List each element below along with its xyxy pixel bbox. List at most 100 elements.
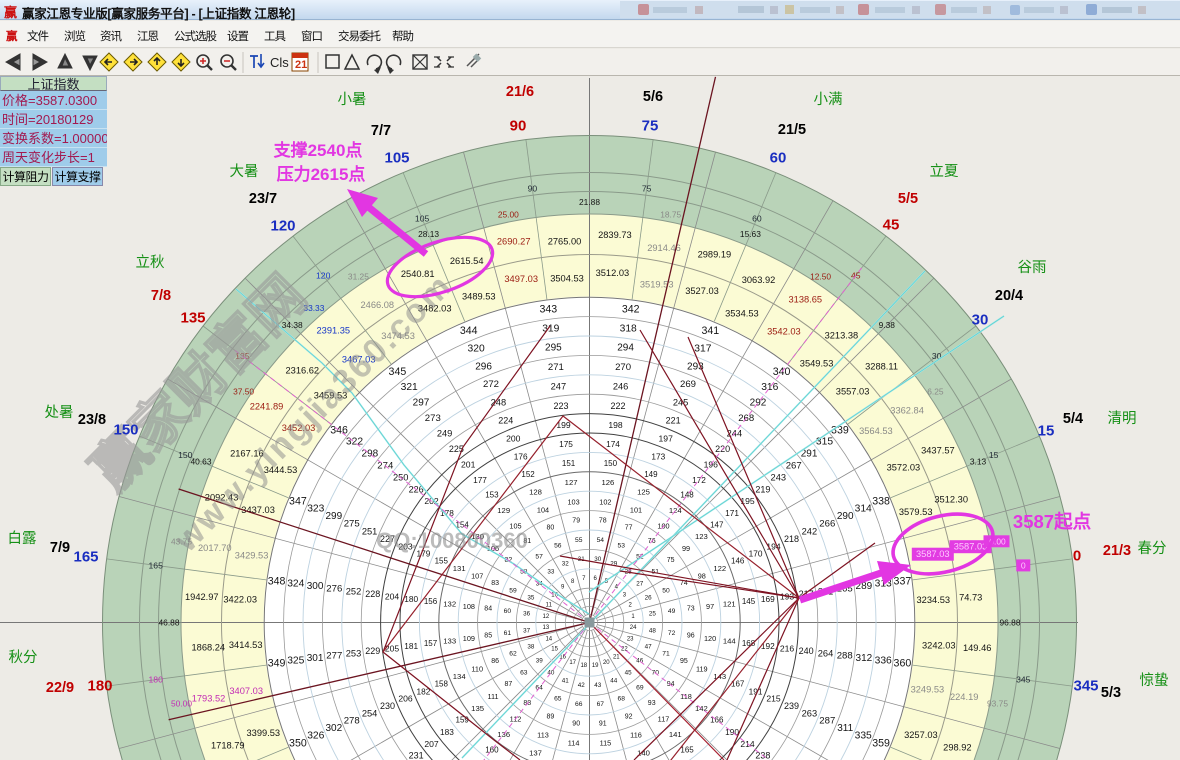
svg-text:0: 0: [1021, 560, 1026, 570]
svg-text:170: 170: [749, 549, 763, 559]
svg-text:84: 84: [484, 606, 492, 613]
svg-text:117: 117: [658, 715, 670, 724]
svg-text:3527.03: 3527.03: [685, 286, 719, 296]
svg-text:326: 326: [307, 730, 324, 741]
svg-text:7/7: 7/7: [371, 123, 391, 139]
svg-text:181: 181: [404, 641, 418, 651]
svg-text:317: 317: [694, 343, 711, 354]
svg-text:15.63: 15.63: [740, 229, 761, 239]
svg-text:90: 90: [510, 118, 527, 135]
svg-text:111: 111: [487, 692, 498, 701]
svg-text:180: 180: [87, 678, 112, 695]
svg-text:122: 122: [713, 564, 726, 573]
svg-text:21/3: 21/3: [1103, 543, 1131, 559]
svg-text:125: 125: [637, 488, 650, 497]
svg-text:压力2615点: 压力2615点: [277, 164, 366, 184]
svg-text:69: 69: [636, 685, 644, 692]
svg-text:292: 292: [750, 397, 767, 408]
svg-text:252: 252: [346, 586, 362, 596]
svg-text:27: 27: [636, 580, 644, 587]
svg-text:272: 272: [483, 379, 499, 390]
svg-text:200: 200: [506, 434, 521, 444]
svg-text:192: 192: [761, 641, 775, 651]
svg-text:QQ:100800360: QQ:100800360: [376, 528, 528, 553]
svg-text:114: 114: [568, 739, 580, 748]
svg-text:90: 90: [572, 720, 580, 727]
svg-text:3257.03: 3257.03: [904, 730, 938, 740]
svg-text:21/5: 21/5: [778, 122, 806, 138]
svg-text:41: 41: [562, 678, 570, 685]
svg-text:31.25: 31.25: [348, 272, 369, 282]
svg-text:169: 169: [761, 594, 775, 604]
svg-text:3249.53: 3249.53: [911, 685, 945, 695]
svg-text:3414.53: 3414.53: [229, 640, 263, 650]
svg-text:339: 339: [831, 424, 849, 436]
svg-text:1942.97: 1942.97: [185, 592, 219, 602]
svg-text:337: 337: [894, 575, 912, 587]
svg-text:124: 124: [669, 506, 683, 515]
svg-text:173: 173: [651, 451, 665, 461]
svg-text:116: 116: [630, 730, 642, 739]
svg-text:150: 150: [604, 459, 618, 468]
svg-text:180: 180: [149, 675, 164, 685]
svg-text:83: 83: [491, 580, 499, 587]
svg-text:150: 150: [113, 422, 138, 439]
svg-text:43: 43: [594, 682, 602, 689]
svg-text:273: 273: [425, 413, 441, 424]
svg-text:121: 121: [723, 600, 736, 609]
svg-text:157: 157: [424, 639, 438, 648]
svg-text:23/7: 23/7: [249, 191, 277, 207]
svg-text:269: 269: [680, 379, 696, 390]
svg-text:21.88: 21.88: [579, 197, 600, 207]
svg-text:78: 78: [599, 518, 607, 525]
svg-text:3587起点: 3587起点: [1013, 511, 1092, 532]
svg-text:45: 45: [625, 669, 633, 676]
svg-text:59: 59: [509, 587, 517, 594]
svg-text:5/6: 5/6: [643, 89, 663, 105]
svg-text:85: 85: [484, 632, 492, 639]
svg-text:39: 39: [536, 658, 544, 665]
svg-text:3437.57: 3437.57: [921, 446, 955, 456]
svg-text:296: 296: [475, 361, 492, 372]
svg-text:128: 128: [529, 488, 542, 497]
svg-text:341: 341: [701, 325, 719, 337]
svg-text:77: 77: [625, 525, 633, 532]
svg-text:205: 205: [385, 644, 400, 654]
svg-text:288: 288: [837, 651, 853, 662]
svg-text:345: 345: [389, 366, 407, 378]
svg-text:79: 79: [572, 518, 580, 525]
svg-text:349: 349: [268, 658, 286, 670]
svg-text:320: 320: [468, 343, 485, 354]
svg-text:316: 316: [761, 382, 778, 393]
svg-text:149: 149: [644, 470, 658, 479]
svg-text:93.75: 93.75: [987, 699, 1008, 709]
svg-text:97: 97: [706, 602, 714, 611]
svg-text:359: 359: [872, 737, 890, 749]
svg-text:335: 335: [855, 730, 872, 741]
svg-text:支撑2540点: 支撑2540点: [274, 140, 363, 160]
svg-text:342: 342: [622, 304, 640, 316]
svg-text:216: 216: [780, 644, 795, 654]
svg-text:224: 224: [498, 416, 513, 426]
svg-text:23/8: 23/8: [78, 412, 106, 428]
svg-text:37: 37: [523, 627, 531, 634]
svg-text:325: 325: [287, 656, 304, 667]
svg-text:15: 15: [1038, 423, 1055, 440]
svg-text:175: 175: [559, 439, 573, 449]
svg-text:33: 33: [547, 569, 555, 576]
svg-text:246: 246: [613, 382, 629, 392]
svg-text:惊蛰: 惊蛰: [1140, 672, 1169, 689]
svg-text:120: 120: [704, 634, 716, 643]
svg-text:42: 42: [578, 682, 586, 689]
svg-text:86: 86: [491, 658, 499, 665]
svg-text:136: 136: [497, 730, 510, 739]
svg-text:153: 153: [485, 491, 499, 500]
svg-text:311: 311: [837, 723, 853, 734]
svg-text:348: 348: [268, 575, 286, 587]
svg-text:72: 72: [668, 630, 676, 637]
svg-text:165: 165: [149, 560, 164, 570]
svg-text:223: 223: [553, 401, 568, 411]
svg-text:50: 50: [662, 587, 670, 594]
svg-text:98: 98: [698, 572, 706, 581]
svg-text:204: 204: [385, 592, 400, 602]
